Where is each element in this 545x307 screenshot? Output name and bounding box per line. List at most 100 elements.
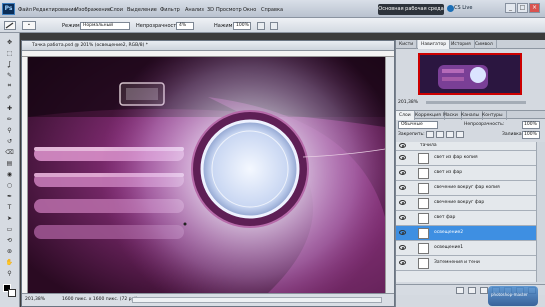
layer-row[interactable]: свет из фар копия	[396, 151, 536, 166]
brush-icon[interactable]: ✏	[3, 114, 16, 124]
visibility-eye-icon[interactable]	[399, 143, 406, 148]
layers-scrollbar[interactable]	[536, 142, 545, 282]
lock-position-icon[interactable]	[446, 131, 454, 138]
layer-row-selected[interactable]: освещение2	[396, 226, 536, 241]
layer-row[interactable]: Затемнения и тени	[396, 256, 536, 271]
add-mask-icon[interactable]	[480, 287, 488, 294]
lock-transparency-icon[interactable]	[426, 131, 434, 138]
3d-rotate-icon[interactable]: ⟲	[3, 235, 16, 245]
crop-icon[interactable]: ⌗	[3, 81, 16, 91]
document-info[interactable]: 1600 пикс. x 1600 пикс. (72 ppi)	[62, 297, 137, 302]
menu-window[interactable]: Окно	[243, 6, 256, 14]
dodge-icon[interactable]: ○	[3, 180, 16, 190]
hand-icon[interactable]: ✋	[3, 257, 16, 267]
panels-dock: Кисти Навигатор История Символ 201,38% С…	[395, 40, 545, 307]
visibility-eye-icon[interactable]	[399, 245, 406, 250]
pressure-field[interactable]: 100%	[233, 22, 251, 30]
layer-style-icon[interactable]	[468, 287, 476, 294]
navigator-preview[interactable]	[418, 53, 522, 95]
layer-row[interactable]: свечение вокруг фар	[396, 196, 536, 211]
menu-layer[interactable]: Слои	[110, 6, 123, 14]
document-tab[interactable]: Тачка работа.psd @ 201% (освещение2, RGB…	[22, 41, 394, 51]
menu-analysis[interactable]: Анализ	[185, 6, 204, 14]
quick-select-icon[interactable]: ✎	[3, 70, 16, 80]
healing-icon[interactable]: ✚	[3, 103, 16, 113]
blur-icon[interactable]: ◉	[3, 169, 16, 179]
layer-name: Затемнения и тени	[434, 260, 480, 265]
link-layers-icon[interactable]	[456, 287, 464, 294]
visibility-eye-icon[interactable]	[399, 155, 406, 160]
brush-size-picker[interactable]: •	[22, 21, 36, 30]
menu-edit[interactable]: Редактирование	[33, 6, 77, 14]
stamp-icon[interactable]: ⚲	[3, 125, 16, 135]
gradient-icon[interactable]: ▤	[3, 158, 16, 168]
layer-thumbnail	[418, 243, 429, 254]
options-bar: • Режим: Нормальный Непрозрачность: 4% Н…	[0, 18, 545, 33]
layer-opacity-field[interactable]: 100%	[522, 121, 540, 129]
pen-icon[interactable]: ✒	[3, 191, 16, 201]
tab-character[interactable]: Символ	[472, 40, 497, 49]
eyedropper-icon[interactable]: ✐	[3, 92, 16, 102]
layer-row[interactable]: свет из фар	[396, 166, 536, 181]
car-headlight-image	[28, 57, 385, 293]
minimize-button[interactable]: _	[505, 3, 516, 13]
visibility-eye-icon[interactable]	[399, 230, 406, 235]
menu-file[interactable]: Файл	[18, 6, 32, 14]
opacity-field[interactable]: 4%	[176, 22, 194, 30]
fill-field[interactable]: 100%	[522, 131, 540, 139]
marquee-icon[interactable]: ⬚	[3, 48, 16, 58]
mode-select[interactable]: Нормальный	[80, 22, 130, 30]
layer-row[interactable]: свечение вокруг фар копия	[396, 181, 536, 196]
lock-pixels-icon[interactable]	[436, 131, 444, 138]
workspace-button[interactable]: Основная рабочая среда	[378, 4, 444, 15]
brush-icon	[5, 22, 14, 29]
history-brush-icon[interactable]: ↺	[3, 136, 16, 146]
layer-thumbnail	[418, 153, 429, 164]
visibility-eye-icon[interactable]	[399, 215, 406, 220]
zoom-icon[interactable]: ⚲	[3, 268, 16, 278]
path-select-icon[interactable]: ➤	[3, 213, 16, 223]
layer-group[interactable]: тачила	[396, 142, 536, 151]
shape-icon[interactable]: ▭	[3, 224, 16, 234]
cs-live-button[interactable]: CS Live	[454, 5, 472, 11]
vertical-scrollbar[interactable]	[385, 57, 394, 293]
visibility-eye-icon[interactable]	[399, 170, 406, 175]
zoom-slider[interactable]	[426, 101, 526, 104]
tab-navigator[interactable]: Навигатор	[418, 40, 451, 49]
lasso-icon[interactable]: ʆ	[3, 59, 16, 69]
navigator-thumbnail	[420, 55, 520, 93]
eraser-icon[interactable]: ⌫	[3, 147, 16, 157]
background-color-swatch[interactable]	[8, 289, 16, 297]
move-icon[interactable]: ✥	[3, 37, 16, 47]
airbrush-icon[interactable]	[257, 22, 265, 30]
tab-history[interactable]: История	[448, 40, 475, 49]
layer-thumbnail	[418, 183, 429, 194]
tool-preset-picker[interactable]	[4, 21, 16, 30]
3d-orbit-icon[interactable]: ⊛	[3, 246, 16, 256]
visibility-eye-icon[interactable]	[399, 200, 406, 205]
maximize-button[interactable]: □	[517, 3, 528, 13]
close-button[interactable]: ×	[529, 3, 540, 13]
menu-3d[interactable]: 3D	[207, 6, 214, 14]
zoom-status[interactable]: 201,38%	[25, 297, 45, 302]
visibility-eye-icon[interactable]	[399, 260, 406, 265]
menu-image[interactable]: Изображение	[75, 6, 111, 14]
tab-paths[interactable]: Контуры	[479, 111, 507, 120]
layer-opacity-label: Непрозрачность:	[464, 122, 505, 127]
navigator-zoom[interactable]: 201,38%	[398, 100, 418, 105]
menu-view[interactable]: Просмотр	[216, 6, 242, 14]
menu-select[interactable]: Выделение	[127, 6, 157, 14]
horizontal-scrollbar[interactable]	[132, 297, 382, 303]
visibility-eye-icon[interactable]	[399, 185, 406, 190]
layer-row[interactable]: свет фар	[396, 211, 536, 226]
type-icon[interactable]: T	[3, 202, 16, 212]
lock-all-icon[interactable]	[456, 131, 464, 138]
blend-mode-select[interactable]: Обычные	[398, 121, 438, 129]
tab-brushes[interactable]: Кисти	[396, 40, 418, 49]
image-canvas[interactable]	[28, 57, 385, 293]
menu-help[interactable]: Справка	[261, 6, 283, 14]
fill-label: Заливка:	[502, 132, 524, 137]
menu-filter[interactable]: Фильтр	[160, 6, 180, 14]
layer-row[interactable]: освещение1	[396, 241, 536, 256]
tablet-pressure-icon[interactable]	[270, 22, 278, 30]
